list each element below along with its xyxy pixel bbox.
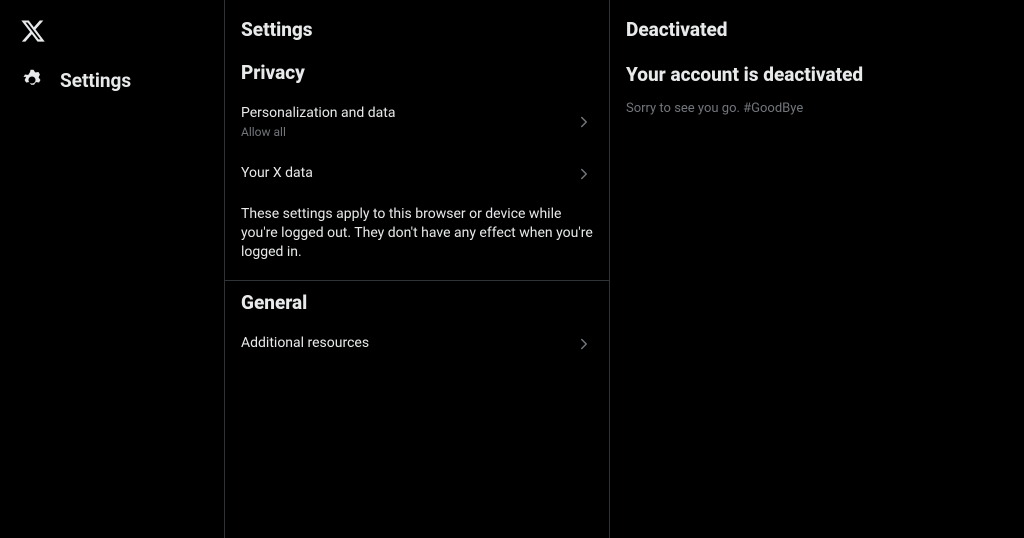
x-logo[interactable] bbox=[12, 12, 224, 58]
row-text: Additional resources bbox=[241, 334, 369, 353]
nav-item-settings[interactable]: Settings bbox=[12, 58, 224, 102]
gear-icon bbox=[20, 68, 44, 92]
chevron-right-icon bbox=[575, 165, 593, 183]
detail-column: Deactivated Your account is deactivated … bbox=[610, 0, 1024, 538]
row-personalization-data[interactable]: Personalization and data Allow all bbox=[225, 92, 609, 152]
detail-heading: Your account is deactivated bbox=[610, 49, 1024, 94]
general-section-title: General bbox=[225, 281, 609, 322]
detail-title: Deactivated bbox=[610, 12, 1024, 49]
row-label: Your X data bbox=[241, 164, 313, 183]
x-logo-icon bbox=[20, 18, 46, 44]
detail-body: Sorry to see you go. #GoodBye bbox=[610, 94, 1024, 124]
settings-column: Settings Privacy Personalization and dat… bbox=[225, 0, 610, 538]
chevron-right-icon bbox=[575, 113, 593, 131]
row-text: Personalization and data Allow all bbox=[241, 104, 395, 140]
left-nav: Settings bbox=[0, 0, 225, 538]
privacy-section-title: Privacy bbox=[225, 51, 609, 92]
row-text: Your X data bbox=[241, 164, 313, 183]
nav-settings-label: Settings bbox=[60, 69, 131, 92]
row-sublabel: Allow all bbox=[241, 125, 395, 140]
row-label: Additional resources bbox=[241, 334, 369, 353]
row-label: Personalization and data bbox=[241, 104, 395, 123]
settings-title: Settings bbox=[225, 12, 609, 51]
privacy-note: These settings apply to this browser or … bbox=[225, 195, 609, 280]
row-additional-resources[interactable]: Additional resources bbox=[225, 322, 609, 365]
row-your-x-data[interactable]: Your X data bbox=[225, 152, 609, 195]
chevron-right-icon bbox=[575, 335, 593, 353]
